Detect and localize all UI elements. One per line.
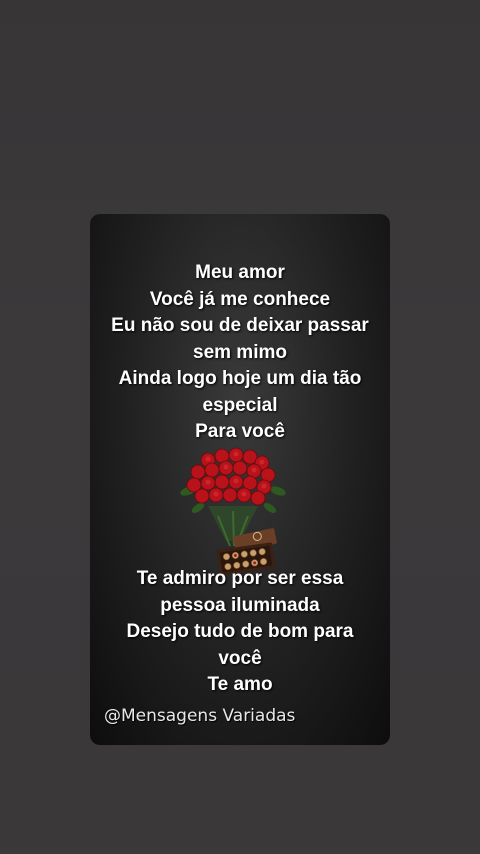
watermark-handle: @Mensagens Variadas [104, 706, 296, 726]
message-line: especial [202, 394, 278, 416]
message-line: Meu amor [195, 262, 285, 283]
screen: Meu amor Você já me conhece Eu não sou d… [0, 0, 480, 854]
message-top: Meu amor Você já me conhece Eu não sou d… [90, 260, 390, 446]
message-line: Você já me conhece [149, 288, 331, 310]
message-line: Eu não sou de deixar passar [111, 315, 369, 336]
message-line: Desejo tudo de bom para [126, 621, 354, 642]
roses-and-chocolates-icon [180, 447, 286, 576]
message-line: pessoa iluminada [160, 594, 320, 616]
message-line: sem mimo [193, 341, 287, 363]
message-line: Ainda logo hoje um dia tão [118, 368, 362, 389]
message-line: você [218, 647, 262, 669]
message-line: Te amo [207, 674, 273, 695]
message-card[interactable]: Meu amor Você já me conhece Eu não sou d… [90, 214, 390, 745]
message-line: Te admiro por ser essa [136, 568, 344, 589]
message-bottom: Te admiro por ser essa pessoa iluminada … [90, 566, 390, 699]
message-line: Para você [195, 421, 285, 442]
